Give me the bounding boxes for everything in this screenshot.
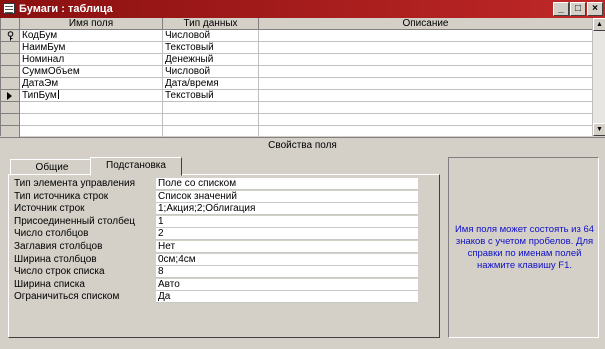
field-name-cell[interactable]: КодБум <box>20 30 163 42</box>
property-label: Число столбцов <box>14 228 89 239</box>
field-name-text: КодБум <box>22 30 58 41</box>
help-text: Имя поля может состоять из 64 знаков с у… <box>454 224 595 271</box>
data-type-text: Числовой <box>165 30 211 41</box>
data-type-cell[interactable]: Дата/время <box>163 78 259 90</box>
table-icon <box>3 3 15 14</box>
field-name-text: НаимБум <box>22 42 66 53</box>
table-row[interactable]: ТипБум Текстовый <box>1 90 593 102</box>
field-name-cell[interactable]: ДатаЭм <box>20 78 163 90</box>
description-cell[interactable] <box>259 30 593 42</box>
field-name-cell[interactable] <box>20 114 163 126</box>
table-row[interactable]: Номинал Денежный <box>1 54 593 66</box>
row-selector[interactable] <box>1 78 20 90</box>
field-name-text: Номинал <box>22 54 65 65</box>
scroll-up-arrow-icon[interactable]: ▲ <box>593 18 605 31</box>
row-selector[interactable] <box>1 102 20 114</box>
close-button[interactable]: × <box>587 2 603 16</box>
description-cell[interactable] <box>259 66 593 78</box>
property-value-field[interactable]: 2 <box>156 228 418 240</box>
description-cell[interactable] <box>259 42 593 54</box>
data-type-cell[interactable] <box>163 114 259 126</box>
property-value-field[interactable]: 1 <box>156 216 418 228</box>
property-value-field[interactable]: Да <box>156 291 418 303</box>
property-label: Присоединенный столбец <box>14 216 136 227</box>
property-label: Источник строк <box>14 203 85 214</box>
primary-key-icon <box>7 31 14 41</box>
field-properties-caption: Свойства поля <box>0 137 605 153</box>
minimize-button[interactable]: _ <box>553 2 569 16</box>
row-selector[interactable] <box>1 42 20 54</box>
row-selector[interactable] <box>1 30 20 42</box>
data-type-cell[interactable]: Числовой <box>163 30 259 42</box>
row-selector[interactable] <box>1 66 20 78</box>
maximize-button[interactable]: □ <box>570 2 586 16</box>
current-row-arrow-icon <box>7 92 12 100</box>
column-header-description[interactable]: Описание <box>259 18 593 30</box>
window-title: Бумаги : таблица <box>19 3 113 15</box>
data-type-cell[interactable]: Числовой <box>163 66 259 78</box>
data-type-text: Дата/время <box>165 78 219 89</box>
field-name-cell[interactable]: Номинал <box>20 54 163 66</box>
field-name-text: ДатаЭм <box>22 78 59 89</box>
data-type-cell[interactable]: Текстовый <box>163 90 259 102</box>
property-label: Тип источника строк <box>14 191 109 202</box>
column-header-field-name[interactable]: Имя поля <box>20 18 163 30</box>
column-header-data-type[interactable]: Тип данных <box>163 18 259 30</box>
help-panel: Имя поля может состоять из 64 знаков с у… <box>448 157 599 338</box>
property-value-field[interactable]: 0см;4см <box>156 254 418 266</box>
field-name-cell[interactable] <box>20 102 163 114</box>
data-type-text: Числовой <box>165 66 211 77</box>
data-type-cell[interactable]: Денежный <box>163 54 259 66</box>
table-row[interactable]: ДатаЭм Дата/время <box>1 78 593 90</box>
property-label: Тип элемента управления <box>14 178 136 189</box>
property-label: Ограничиться списком <box>14 291 120 302</box>
description-cell[interactable] <box>259 90 593 102</box>
table-row[interactable]: НаимБум Текстовый <box>1 42 593 54</box>
data-type-cell[interactable] <box>163 102 259 114</box>
window-title-bar[interactable]: Бумаги : таблица _ □ × <box>0 0 605 18</box>
property-value-field[interactable]: Поле со списком <box>156 178 418 190</box>
property-label: Число строк списка <box>14 266 105 277</box>
property-value-field[interactable]: 8 <box>156 266 418 278</box>
data-type-text: Текстовый <box>165 90 214 101</box>
property-value-field[interactable]: 1;Акция;2;Облигация <box>156 203 418 215</box>
data-type-text: Денежный <box>165 54 214 65</box>
field-name-cell[interactable]: СуммОбъем <box>20 66 163 78</box>
tab-lookup[interactable]: Подстановка <box>90 157 182 176</box>
row-selector[interactable] <box>1 54 20 66</box>
field-name-text: СуммОбъем <box>22 66 80 77</box>
property-value-field[interactable]: Нет <box>156 241 418 253</box>
table-row[interactable]: СуммОбъем Числовой <box>1 66 593 78</box>
property-value-field[interactable]: Авто <box>156 279 418 291</box>
description-cell[interactable] <box>259 54 593 66</box>
scroll-down-arrow-icon[interactable]: ▼ <box>593 123 605 136</box>
table-row[interactable] <box>1 102 593 114</box>
field-name-cell[interactable]: НаимБум <box>20 42 163 54</box>
description-cell[interactable] <box>259 102 593 114</box>
row-selector[interactable] <box>1 114 20 126</box>
property-label: Заглавия столбцов <box>14 241 103 252</box>
text-cursor <box>57 90 59 99</box>
field-name-text: ТипБум <box>22 90 57 101</box>
table-row[interactable] <box>1 114 593 126</box>
property-value-field[interactable]: Список значений <box>156 191 418 203</box>
grid-corner[interactable] <box>1 18 20 30</box>
property-label: Ширина списка <box>14 279 85 290</box>
table-row[interactable]: КодБум Числовой <box>1 30 593 42</box>
property-label: Ширина столбцов <box>14 254 97 265</box>
row-selector[interactable] <box>1 90 20 102</box>
data-type-cell[interactable]: Текстовый <box>163 42 259 54</box>
field-name-cell[interactable]: ТипБум <box>20 90 163 102</box>
data-type-text: Текстовый <box>165 42 214 53</box>
description-cell[interactable] <box>259 114 593 126</box>
description-cell[interactable] <box>259 78 593 90</box>
grid-vertical-scrollbar[interactable]: ▲ ▼ <box>592 18 605 136</box>
field-design-grid: Имя поля Тип данных Описание КодБум Число… <box>0 18 593 138</box>
